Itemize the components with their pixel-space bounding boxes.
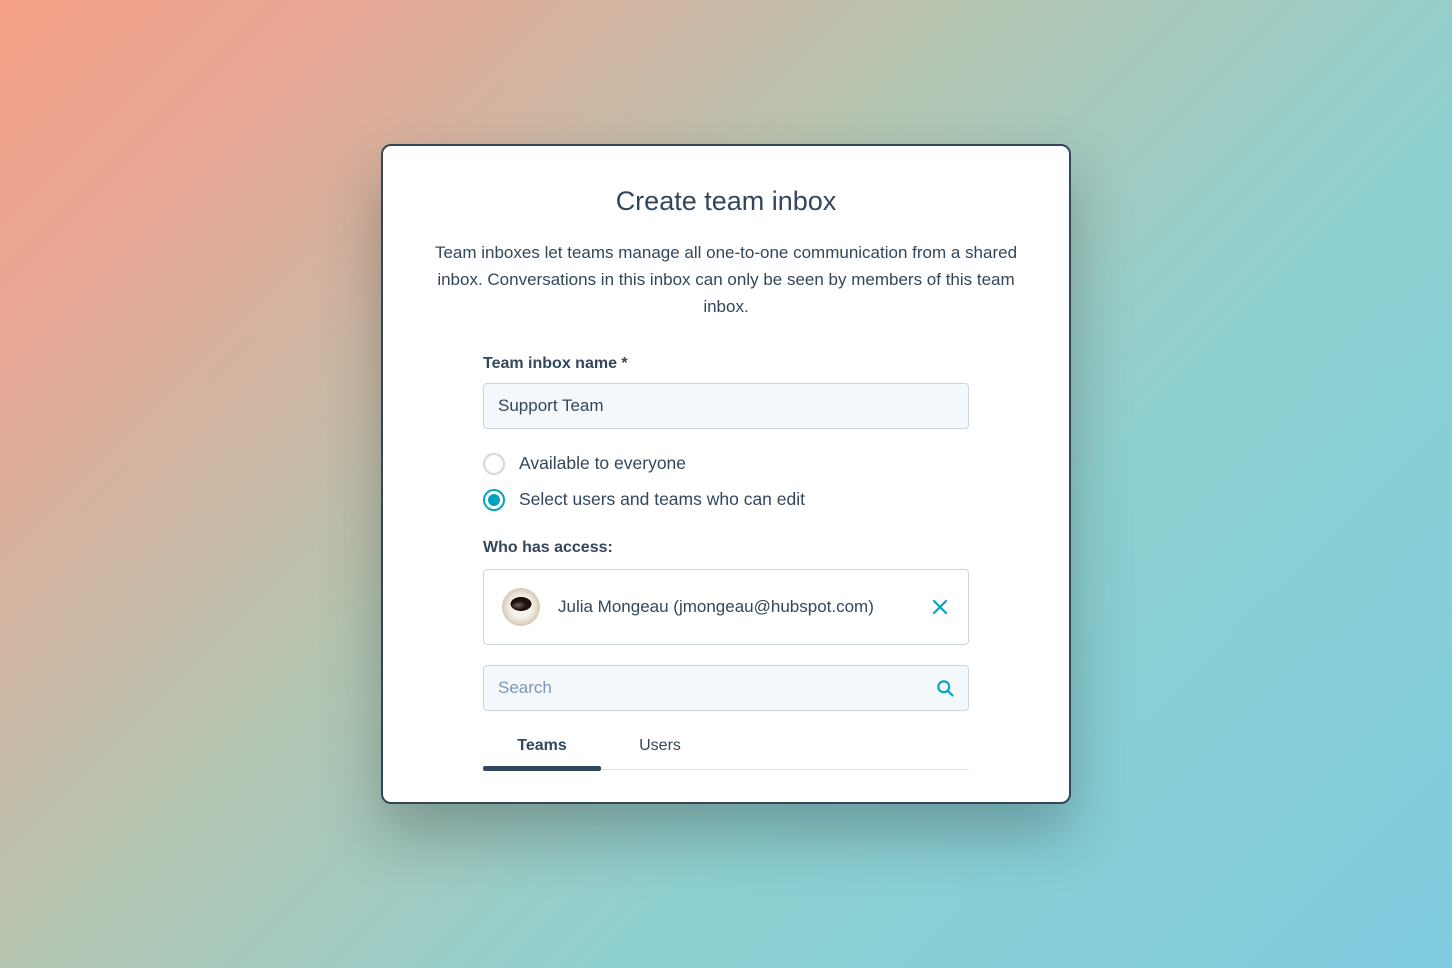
user-display: Julia Mongeau (jmongeau@hubspot.com)	[558, 594, 912, 620]
tab-users[interactable]: Users	[601, 725, 719, 769]
radio-icon	[483, 453, 505, 475]
access-radio-group: Available to everyone Select users and t…	[483, 453, 969, 511]
access-user-card: Julia Mongeau (jmongeau@hubspot.com)	[483, 569, 969, 645]
remove-user-button[interactable]	[930, 597, 950, 617]
modal-description: Team inboxes let teams manage all one-to…	[423, 239, 1029, 321]
form-section: Team inbox name * Available to everyone …	[483, 355, 969, 770]
radio-icon	[483, 489, 505, 511]
close-icon	[933, 600, 947, 614]
who-has-access-label: Who has access:	[483, 539, 969, 557]
radio-label: Select users and teams who can edit	[519, 489, 805, 510]
inbox-name-label: Team inbox name *	[483, 355, 969, 373]
search-input[interactable]	[483, 665, 969, 711]
radio-available-everyone[interactable]: Available to everyone	[483, 453, 969, 475]
search-icon	[935, 678, 955, 698]
radio-label: Available to everyone	[519, 453, 686, 474]
radio-dot-icon	[488, 494, 500, 506]
tab-teams[interactable]: Teams	[483, 725, 601, 769]
search-wrap	[483, 665, 969, 711]
modal-title: Create team inbox	[423, 186, 1029, 217]
inbox-name-input[interactable]	[483, 383, 969, 429]
radio-select-users[interactable]: Select users and teams who can edit	[483, 489, 969, 511]
create-team-inbox-modal: Create team inbox Team inboxes let teams…	[381, 144, 1071, 804]
avatar	[502, 588, 540, 626]
tabs: Teams Users	[483, 725, 969, 770]
